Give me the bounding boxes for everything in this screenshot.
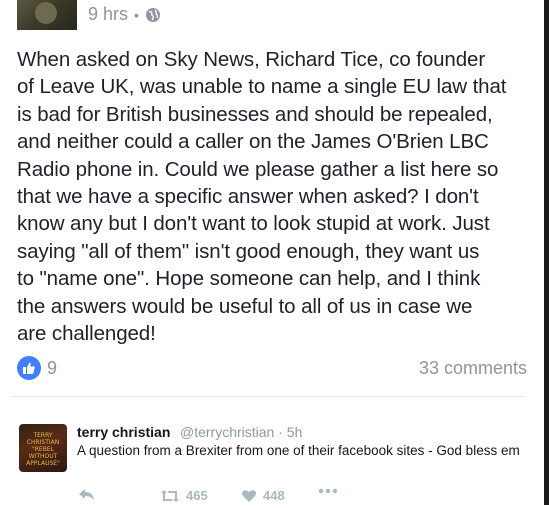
more-button[interactable] xyxy=(318,488,338,494)
tweet-actions: 465 448 xyxy=(0,488,549,508)
divider xyxy=(12,396,524,397)
more-icon xyxy=(318,488,338,494)
tweet-avatar[interactable]: TERRY CHRISTIAN "REBEL WITHOUT APPLAUSE" xyxy=(19,424,67,472)
window-edge xyxy=(544,0,549,505)
tweet-handle-time[interactable]: @terrychristian · 5h xyxy=(180,424,302,440)
post-meta: 9 hrs • xyxy=(88,4,161,25)
tweet-author-name[interactable]: terry christian xyxy=(77,424,170,440)
reactions-count[interactable]: 9 xyxy=(47,358,57,379)
like-button[interactable]: 448 xyxy=(241,488,285,503)
globe-icon xyxy=(145,7,160,22)
post-body: When asked on Sky News, Richard Tice, co… xyxy=(17,48,507,346)
like-count: 448 xyxy=(263,488,285,503)
post-time[interactable]: 9 hrs xyxy=(88,4,128,25)
like-reaction-icon[interactable] xyxy=(17,356,41,380)
avatar-caption: TERRY CHRISTIAN "REBEL WITHOUT APPLAUSE" xyxy=(26,432,60,467)
reply-icon xyxy=(79,489,94,500)
retweet-button[interactable]: 465 xyxy=(160,488,208,503)
retweet-count: 465 xyxy=(186,488,208,503)
avatar[interactable] xyxy=(17,0,77,30)
reply-button[interactable] xyxy=(78,488,96,502)
facebook-post: 9 hrs • When asked on Sky News, Richard … xyxy=(0,0,549,390)
meta-separator: • xyxy=(134,6,139,23)
comments-link[interactable]: 33 comments xyxy=(419,358,527,379)
heart-icon xyxy=(242,489,256,502)
tweet: TERRY CHRISTIAN "REBEL WITHOUT APPLAUSE"… xyxy=(0,400,549,505)
retweet-icon xyxy=(161,489,179,502)
tweet-text: A question from a Brexiter from one of t… xyxy=(77,443,520,458)
